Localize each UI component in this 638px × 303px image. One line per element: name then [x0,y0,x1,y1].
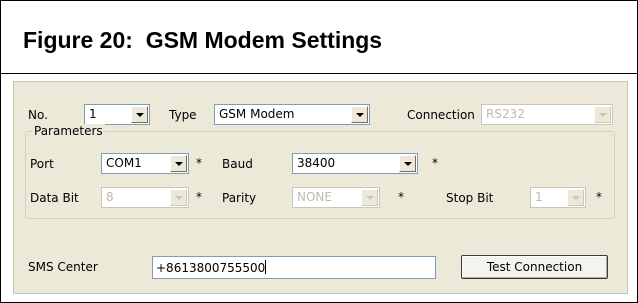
parity-select: NONE [292,187,380,208]
text-caret [265,260,267,274]
stop-bit-dropdown-button [567,189,584,206]
type-label: Type [169,108,197,122]
stop-bit-value: 1 [535,190,543,204]
baud-dropdown-button[interactable] [399,155,416,172]
parameters-legend: Parameters [32,124,105,138]
connection-select: RS232 [481,104,613,125]
chevron-down-icon [404,162,412,166]
port-required-mark: * [196,156,202,170]
sms-center-value: +8613800755500 [156,261,266,275]
no-dropdown-button[interactable] [131,106,148,123]
sms-center-text: +8613800755500 [156,260,267,275]
no-value: 1 [89,107,97,121]
type-value: GSM Modem [219,107,295,121]
data-bit-dropdown-button [170,189,187,206]
data-bit-label: Data Bit [30,191,79,205]
chevron-down-icon [599,113,607,117]
no-select[interactable]: 1 [84,104,150,125]
connection-label: Connection [407,108,475,122]
data-bit-required-mark: * [196,190,202,204]
gsm-modem-settings-dialog: No. 1 Type GSM Modem Connection RS232 Pa… [13,81,628,294]
stop-bit-label: Stop Bit [446,191,494,205]
connection-value: RS232 [486,107,525,121]
chevron-down-icon [366,196,374,200]
port-label: Port [30,157,54,171]
baud-value: 38400 [297,156,336,170]
port-dropdown-button[interactable] [170,155,187,172]
title-divider [1,73,637,74]
chevron-down-icon [572,196,580,200]
figure-title: Figure 20: GSM Modem Settings [23,27,383,53]
sms-center-label: SMS Center [28,260,98,274]
parameters-group: Parameters Port COM1 * Baud 38400 * Data… [25,124,615,219]
figure-frame: Figure 20: GSM Modem Settings No. 1 Type… [0,0,638,303]
parity-value: NONE [297,190,332,204]
data-bit-select: 8 [101,187,189,208]
baud-required-mark: * [432,156,438,170]
baud-select[interactable]: 38400 [292,153,418,174]
connection-dropdown-button [594,106,611,123]
stop-bit-select: 1 [530,187,586,208]
chevron-down-icon [175,162,183,166]
parity-dropdown-button [361,189,378,206]
sms-center-input[interactable]: +8613800755500 [152,256,436,279]
port-value: COM1 [106,156,142,170]
type-select[interactable]: GSM Modem [214,104,370,125]
data-bit-value: 8 [106,190,114,204]
no-label: No. [28,108,48,122]
chevron-down-icon [175,196,183,200]
baud-label: Baud [222,157,253,171]
chevron-down-icon [356,113,364,117]
chevron-down-icon [136,113,144,117]
test-connection-button[interactable]: Test Connection [461,255,608,279]
port-select[interactable]: COM1 [101,153,189,174]
parity-label: Parity [222,191,257,205]
parity-required-mark: * [398,190,404,204]
stop-bit-required-mark: * [596,190,602,204]
type-dropdown-button[interactable] [351,106,368,123]
